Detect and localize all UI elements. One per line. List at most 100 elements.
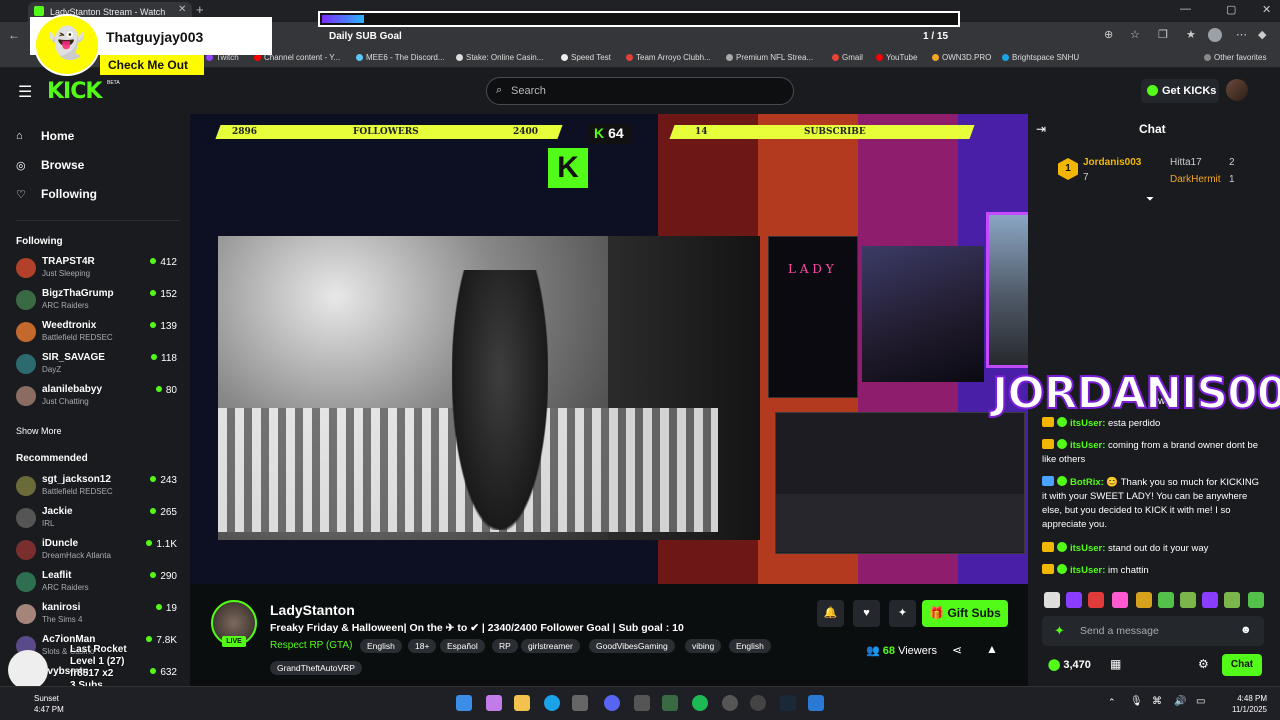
sidebar-channel-row[interactable]: SIR_SAVAGE DayZ 118 <box>16 352 180 380</box>
chat-username[interactable]: itsUser: <box>1070 543 1105 554</box>
gift-subs-button[interactable]: 🎁 Gift Subs <box>922 600 1008 627</box>
emote-icon[interactable] <box>1044 592 1060 608</box>
bookmark-stake[interactable]: Stake: Online Casin... <box>456 53 543 62</box>
notification-bell-button[interactable]: 🔔 <box>817 600 844 627</box>
user-avatar[interactable] <box>1226 79 1248 101</box>
volume-icon[interactable]: 🔊 <box>1174 696 1186 707</box>
bookmark-brightspace[interactable]: Brightspace SNHU <box>1002 53 1079 62</box>
emote-icon[interactable] <box>1248 592 1264 608</box>
steam-icon[interactable] <box>780 695 796 711</box>
xbox-icon[interactable] <box>662 695 678 711</box>
emoji-picker-icon[interactable]: ☻ <box>1240 624 1252 636</box>
tag[interactable]: RP <box>492 639 518 653</box>
minimize-icon[interactable]: — <box>1180 3 1191 15</box>
leaderboard-name[interactable]: Hitta17 <box>1170 157 1202 168</box>
chat-username[interactable]: itsUser: <box>1070 440 1105 451</box>
sidebar-channel-row[interactable]: sgt_jackson12 Battlefield REDSEC 243 <box>16 474 180 502</box>
spotify-icon[interactable] <box>692 695 708 711</box>
tray-chevron-icon[interactable]: ⌃ <box>1108 697 1116 708</box>
tag[interactable]: English <box>729 639 771 653</box>
emote-icon[interactable] <box>1112 592 1128 608</box>
windows-start-icon[interactable] <box>456 695 472 711</box>
nav-following[interactable]: Following <box>41 187 97 201</box>
battery-icon[interactable]: ▭ <box>1196 696 1205 707</box>
menu-icon[interactable]: ☰ <box>18 82 32 102</box>
network-icon[interactable]: ⌘ <box>1152 696 1162 707</box>
bookmark-own3d[interactable]: OWN3D.PRO <box>932 53 991 62</box>
expand-leaderboard-icon[interactable]: ⏷ <box>1146 194 1154 205</box>
sidebar-channel-row[interactable]: BigzThaGrump ARC Raiders 152 <box>16 288 180 316</box>
bookmark-other-favorites[interactable]: Other favorites <box>1204 53 1266 62</box>
new-tab-icon[interactable]: + <box>196 2 204 17</box>
close-tab-icon[interactable]: ✕ <box>178 4 186 15</box>
microphone-icon[interactable]: 🎙 <box>1130 696 1143 707</box>
tag[interactable]: Español <box>440 639 485 653</box>
store-icon[interactable]: ▦ <box>1110 657 1121 671</box>
emote-icon[interactable] <box>1088 592 1104 608</box>
favorite-star-icon[interactable]: ☆ <box>1130 28 1140 41</box>
sidebar-channel-row[interactable]: Weedtronix Battlefield REDSEC 139 <box>16 320 180 348</box>
weather-widget[interactable]: Sunset 4:47 PM <box>34 693 64 715</box>
send-chat-button[interactable]: Chat <box>1222 654 1262 676</box>
more-menu-icon[interactable]: ⋯ <box>1236 28 1247 41</box>
sidebar-channel-row[interactable]: kanirosi The Sims 4 19 <box>16 602 180 630</box>
sparkle-icon[interactable]: ✦ <box>1054 623 1065 639</box>
sidebar-channel-row[interactable]: iDuncle DreamHack Atlanta 1.1K <box>16 538 180 566</box>
sidebar-channel-row[interactable]: TRAPST4R Just Sleeping 412 <box>16 256 180 284</box>
sidebar-channel-row[interactable]: Jackie IRL 265 <box>16 506 180 534</box>
tag[interactable]: GoodVibesGaming <box>589 639 675 653</box>
nav-home[interactable]: Home <box>41 129 74 143</box>
share-icon[interactable]: ⋖ <box>952 643 962 657</box>
leaderboard-name[interactable]: DarkHermit <box>1170 174 1221 185</box>
emote-icon[interactable] <box>1066 592 1082 608</box>
copilot-icon[interactable]: ◆ <box>1258 28 1266 41</box>
bookmark-team-arroyo[interactable]: Team Arroyo Clubh... <box>626 53 711 62</box>
maximize-icon[interactable]: ▢ <box>1226 3 1236 16</box>
favorites-icon[interactable]: ★ <box>1186 28 1196 41</box>
channel-points[interactable]: ⬤ 3,470 <box>1048 658 1091 671</box>
bookmark-gmail[interactable]: Gmail <box>832 53 863 62</box>
discord-icon[interactable] <box>604 695 620 711</box>
edge-icon[interactable] <box>544 695 560 711</box>
close-window-icon[interactable]: ✕ <box>1262 3 1271 16</box>
store-taskbar-icon[interactable] <box>572 695 588 711</box>
emote-icon[interactable] <box>1158 592 1174 608</box>
kick-logo[interactable]: KICK <box>47 79 102 104</box>
collections-icon[interactable]: ❐ <box>1158 28 1168 41</box>
report-icon[interactable]: ▲ <box>986 642 998 656</box>
show-more-link[interactable]: Show More <box>16 426 62 436</box>
tag[interactable]: girlstreamer <box>521 639 580 653</box>
leaderboard-name[interactable]: Jordanis003 <box>1083 157 1141 168</box>
sidebar-channel-row[interactable]: Leaflit ARC Raiders 290 <box>16 570 180 598</box>
nav-browse[interactable]: Browse <box>41 158 84 172</box>
app-icon[interactable] <box>634 695 650 711</box>
back-icon[interactable]: ← <box>8 28 20 42</box>
sidebar-channel-row[interactable]: alanilebabyy Just Chatting 80 <box>16 384 180 412</box>
file-explorer-icon[interactable] <box>514 695 530 711</box>
chat-username[interactable]: BotRix: <box>1070 477 1104 488</box>
channel-name[interactable]: LadyStanton <box>270 602 355 618</box>
tag[interactable]: GrandTheftAutoVRP <box>270 661 362 675</box>
emote-icon[interactable] <box>1136 592 1152 608</box>
tag[interactable]: 18+ <box>408 639 437 653</box>
collapse-chat-icon[interactable]: ⇥ <box>1036 122 1046 136</box>
chat-username[interactable]: itsUser: <box>1070 418 1105 429</box>
bookmark-nfl[interactable]: Premium NFL Strea... <box>726 53 813 62</box>
boost-button[interactable]: ✦ <box>889 600 916 627</box>
obs-icon[interactable] <box>750 695 766 711</box>
follow-heart-button[interactable]: ♥ <box>853 600 880 627</box>
app-icon[interactable] <box>808 695 824 711</box>
chat-settings-icon[interactable]: ⚙ <box>1198 657 1209 671</box>
emote-icon[interactable] <box>1202 592 1218 608</box>
zoom-icon[interactable]: ⊕ <box>1104 28 1113 41</box>
profile-icon[interactable] <box>1208 28 1222 42</box>
system-clock[interactable]: 4:48 PM 11/1/2025 <box>1232 693 1267 715</box>
bookmark-mee6[interactable]: MEE6 - The Discord... <box>356 53 445 62</box>
tag[interactable]: English <box>360 639 402 653</box>
tag[interactable]: vibing <box>685 639 722 653</box>
app-icon[interactable] <box>722 695 738 711</box>
bookmark-youtube[interactable]: YouTube <box>876 53 917 62</box>
emote-icon[interactable] <box>1180 592 1196 608</box>
copilot-taskbar-icon[interactable] <box>486 695 502 711</box>
stream-category[interactable]: Respect RP (GTA) <box>270 640 352 651</box>
